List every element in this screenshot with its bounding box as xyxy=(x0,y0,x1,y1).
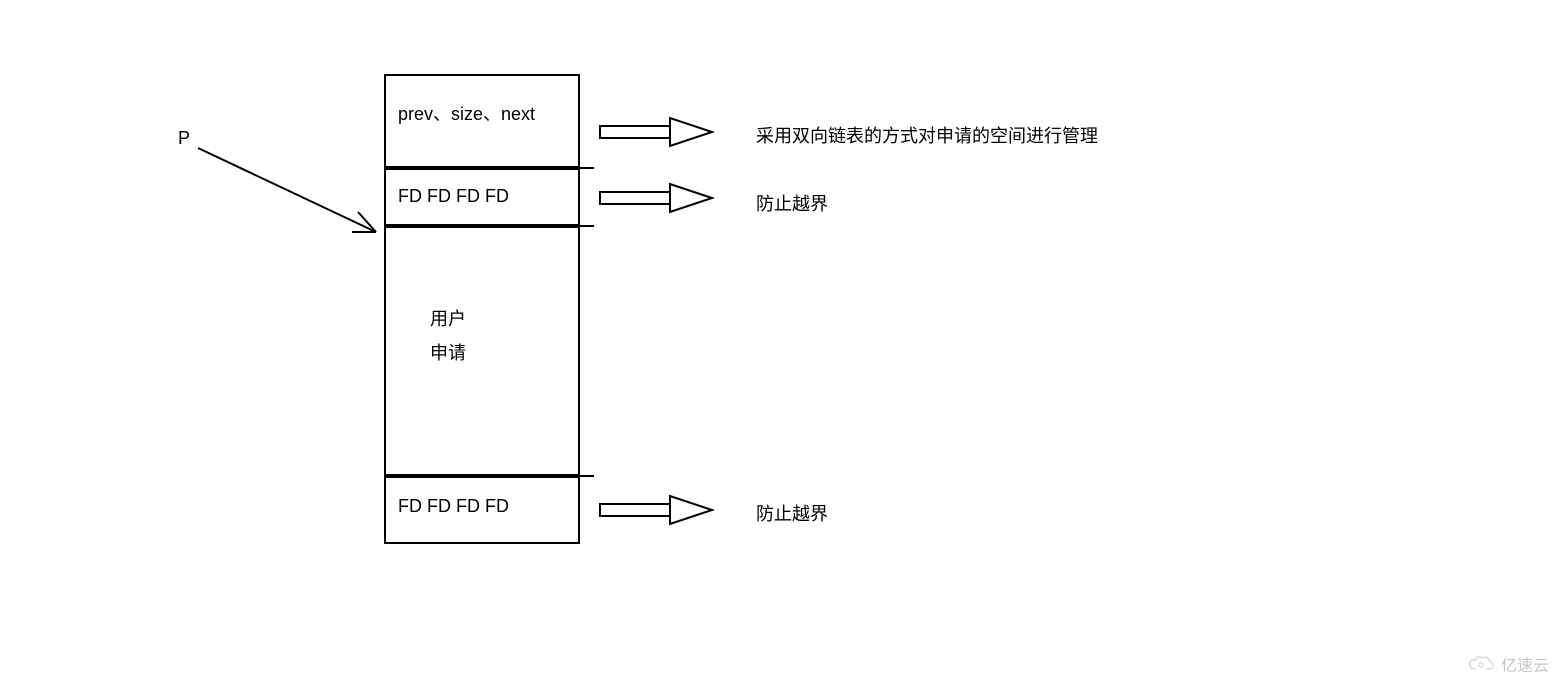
tick-mark xyxy=(580,475,594,477)
block-header: prev、size、next xyxy=(384,74,580,168)
arrow-icon xyxy=(598,492,718,532)
block-user: 用户 申请 xyxy=(384,226,580,476)
tick-mark xyxy=(580,225,594,227)
annotation-guard-top: 防止越界 xyxy=(756,190,828,216)
block-user-line2: 申请 xyxy=(430,336,578,370)
block-header-text: prev、size、next xyxy=(398,100,578,126)
tick-mark xyxy=(580,167,594,169)
cloud-icon xyxy=(1467,655,1495,673)
block-guard-bottom: FD FD FD FD xyxy=(384,476,580,544)
watermark: 亿速云 xyxy=(1467,652,1549,676)
pointer-arrow xyxy=(190,140,390,250)
block-guard-top-text: FD FD FD FD xyxy=(398,186,578,207)
block-user-line1: 用户 xyxy=(430,302,578,336)
block-guard-bottom-text: FD FD FD FD xyxy=(398,496,578,517)
block-guard-top: FD FD FD FD xyxy=(384,168,580,226)
annotation-header: 采用双向链表的方式对申请的空间进行管理 xyxy=(756,122,1098,148)
watermark-text: 亿速云 xyxy=(1501,652,1549,676)
arrow-icon xyxy=(598,114,718,154)
arrow-icon xyxy=(598,180,718,220)
annotation-guard-bottom: 防止越界 xyxy=(756,500,828,526)
pointer-label: P xyxy=(178,128,190,149)
